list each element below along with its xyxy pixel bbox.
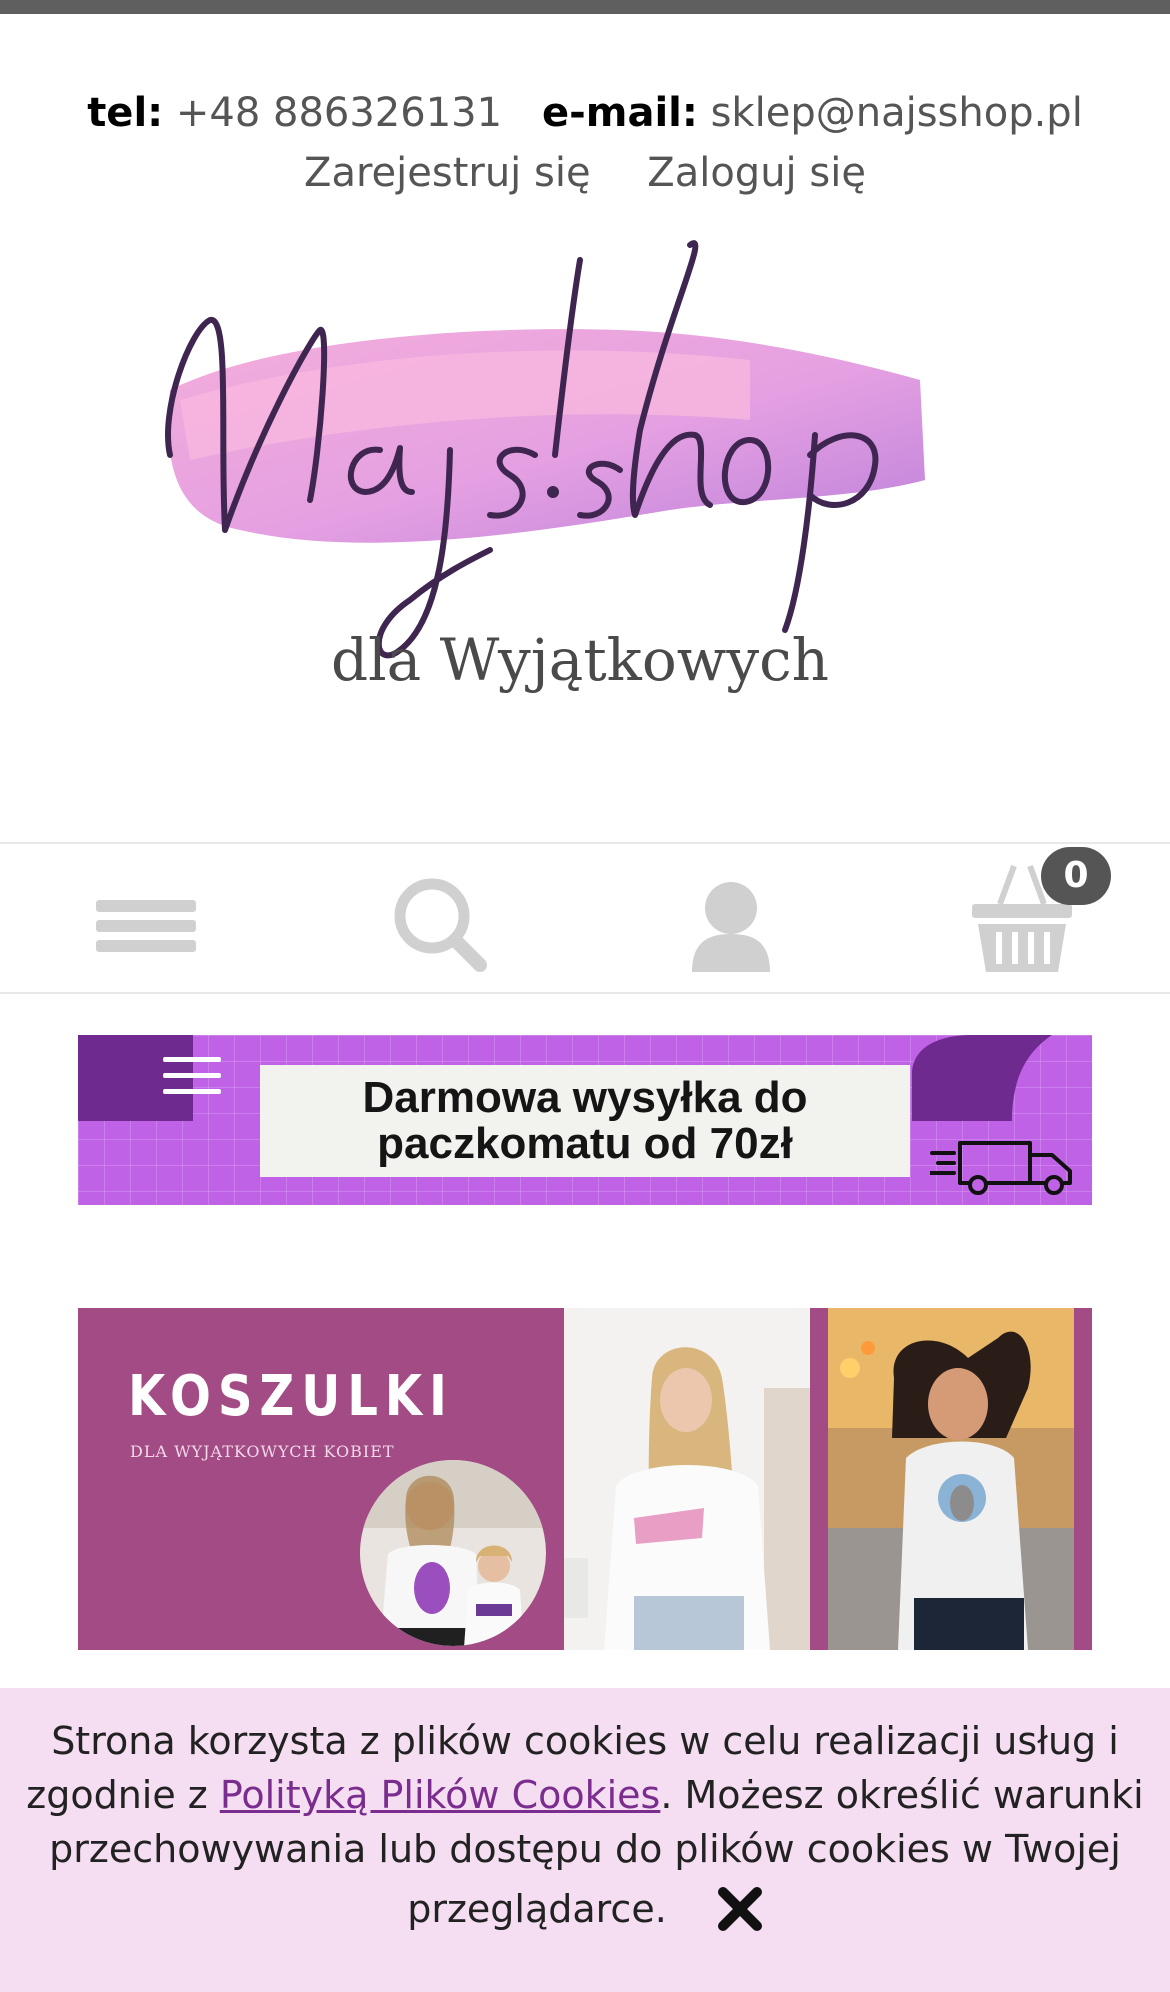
top-bar	[0, 0, 1170, 14]
delivery-truck-icon	[930, 1141, 1072, 1195]
banner-title: KOSZULKI	[128, 1364, 454, 1429]
menu-icon[interactable]	[96, 864, 198, 974]
account-links: Zarejestruj się Zaloguj się	[0, 148, 1170, 198]
woman-pink-shirt-photo	[564, 1308, 810, 1650]
banner-corner-curve	[912, 1035, 1052, 1121]
logo-tagline: dla Wyjątkowych	[331, 626, 829, 694]
cart-count-badge[interactable]: 0	[1041, 847, 1111, 905]
tshirts-category-banner[interactable]: KOSZULKI DLA WYJĄTKOWYCH KOBIET	[78, 1308, 1092, 1650]
login-link[interactable]: Zaloguj się	[647, 150, 866, 196]
cookie-text-2b: . Możesz określić warunki	[660, 1773, 1144, 1817]
user-icon[interactable]	[688, 864, 774, 974]
cookie-text-3: przechowywania lub dostępu do plików coo…	[49, 1827, 1121, 1871]
shipping-message-box: Darmowa wysyłka do paczkomatu od 70zł	[260, 1065, 910, 1177]
shipping-line-2: paczkomatu od 70zł	[377, 1119, 793, 1168]
shipping-line-1: Darmowa wysyłka do	[362, 1073, 808, 1122]
cookie-notice: Strona korzysta z plików cookies w celu …	[0, 1688, 1170, 1992]
email-address[interactable]: sklep@najsshop.pl	[711, 90, 1083, 136]
cookie-text-1: Strona korzysta z plików cookies w celu …	[51, 1719, 1119, 1763]
search-icon[interactable]	[390, 864, 490, 974]
menu-lines-icon	[163, 1057, 221, 1097]
register-link[interactable]: Zarejestruj się	[304, 150, 591, 196]
free-shipping-banner[interactable]: Darmowa wysyłka do paczkomatu od 70zł	[78, 1035, 1092, 1205]
contact-info: tel: +48 886326131 e-mail: sklep@najsshop…	[0, 88, 1170, 138]
shop-logo[interactable]: dla Wyjątkowych	[150, 230, 1020, 750]
banner-subtitle: DLA WYJĄTKOWYCH KOBIET	[130, 1442, 395, 1461]
phone-number[interactable]: +48 886326131	[176, 90, 502, 136]
phone-label: tel:	[87, 90, 164, 136]
mother-daughter-photo	[360, 1460, 546, 1646]
cookie-text-2a: zgodnie z	[26, 1773, 220, 1817]
close-icon[interactable]	[717, 1886, 763, 1932]
cookie-policy-link[interactable]: Polityką Plików Cookies	[220, 1773, 661, 1817]
icon-toolbar	[0, 842, 1170, 994]
email-label: e-mail:	[542, 90, 698, 136]
cookie-text-4: przeglądarce.	[407, 1887, 667, 1931]
woman-llama-shirt-photo	[828, 1308, 1074, 1650]
